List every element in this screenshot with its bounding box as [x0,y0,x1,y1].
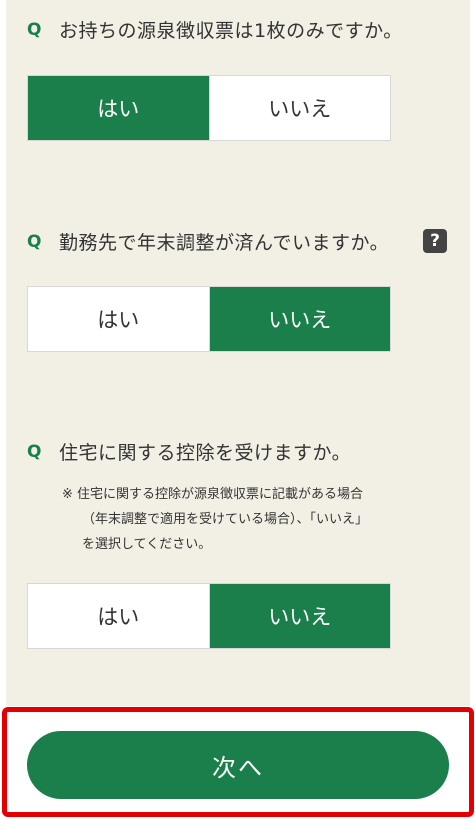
no-option[interactable]: いいえ [208,76,390,140]
note-line: を選択してください。 [82,537,212,552]
question-2-toggle: はい いいえ [27,286,391,352]
question-3-note: ※ 住宅に関する控除が源泉徴収票に記載がある場合 （年末調整で適用を受けている場… [62,482,442,557]
note-line: ※ 住宅に関する控除が源泉徴収票に記載がある場合 [62,487,364,502]
question-mark: Q [27,441,42,462]
question-1: Q お持ちの源泉徴収票は1枚のみですか。 [27,16,403,43]
question-text: 住宅に関する控除を受けますか。 [59,442,352,464]
question-1-toggle: はい いいえ [27,75,391,141]
question-3: Q 住宅に関する控除を受けますか。 [27,438,351,465]
question-mark: Q [27,231,42,252]
note-line: （年末調整で適用を受けている場合）、「いいえ」 [82,512,369,527]
yes-option[interactable]: はい [28,584,209,648]
no-option[interactable]: いいえ [208,287,390,351]
question-2: Q 勤務先で年末調整が済んでいますか。 [27,228,389,255]
question-mark: Q [27,19,42,40]
help-icon[interactable]: ? [423,229,447,253]
no-option[interactable]: いいえ [208,584,390,648]
question-text: お持ちの源泉徴収票は1枚のみですか。 [59,20,403,42]
yes-option[interactable]: はい [28,287,209,351]
yes-option[interactable]: はい [28,76,209,140]
next-button[interactable]: 次へ [27,731,449,799]
question-3-toggle: はい いいえ [27,583,391,649]
question-text: 勤務先で年末調整が済んでいますか。 [59,232,390,254]
